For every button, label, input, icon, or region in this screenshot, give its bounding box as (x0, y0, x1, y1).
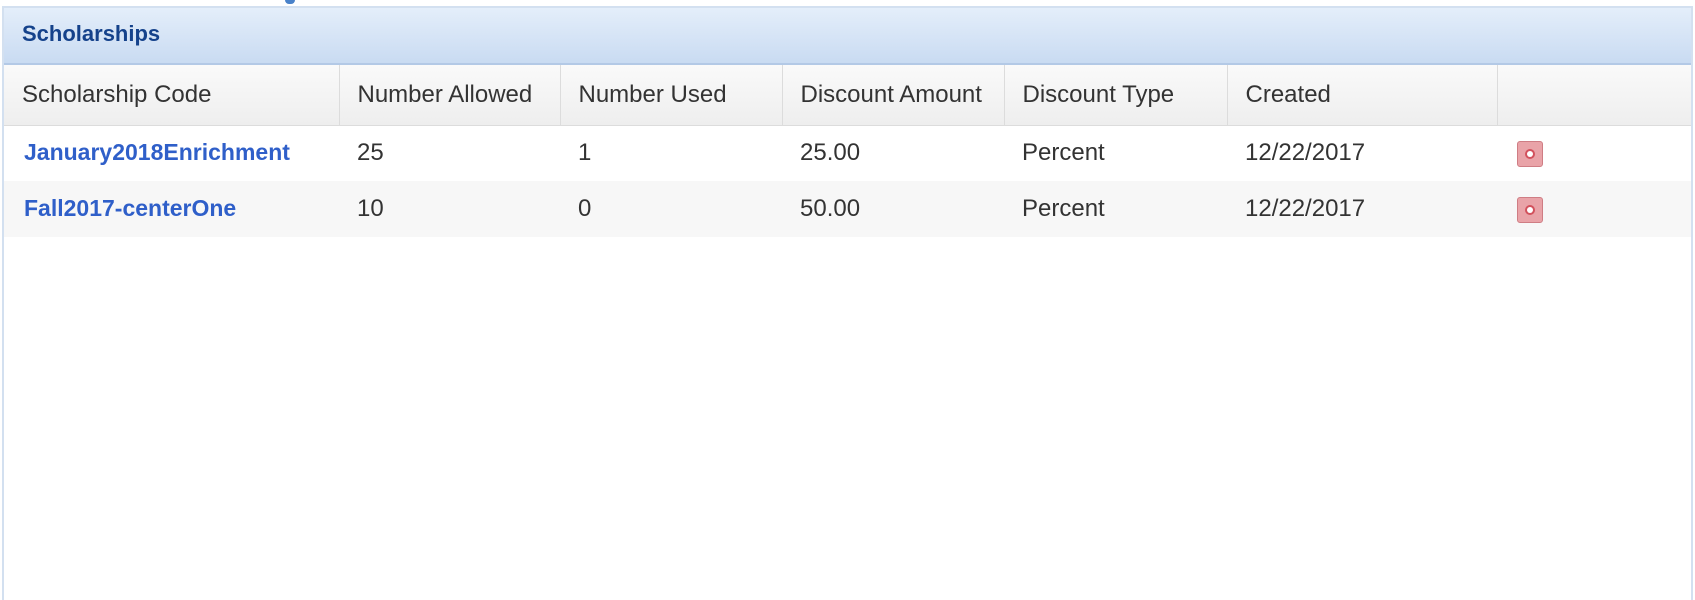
panel-header: Scholarships (4, 8, 1691, 65)
discount-type-cell: Percent (1004, 181, 1227, 237)
column-header-discount-type[interactable]: Discount Type (1004, 65, 1228, 126)
column-header-actions (1497, 65, 1691, 126)
number-allowed-cell: 25 (357, 139, 384, 167)
table-row: Fall2017-centerOne 10 0 50.00 Percent 12… (4, 181, 1691, 237)
action-cell (1497, 125, 1691, 181)
column-header-number-allowed[interactable]: Number Allowed (339, 65, 561, 126)
scholarships-page: Scholarships Scholarship Code Number All… (0, 0, 1695, 600)
column-header-created[interactable]: Created (1227, 65, 1498, 126)
column-header-scholarship-code[interactable]: Scholarship Code (4, 65, 340, 126)
number-used-cell: 0 (560, 181, 782, 237)
delete-icon[interactable] (1517, 196, 1543, 223)
scholarship-code-cell: Fall2017-centerOne (4, 181, 339, 237)
discount-type-cell: Percent (1022, 139, 1105, 167)
number-allowed-cell: 10 (339, 181, 560, 237)
table-header-row: Scholarship Code Number Allowed Number U… (4, 65, 1691, 126)
clipped-heading-fragment (230, 0, 300, 4)
panel-title: Scholarships (22, 20, 161, 46)
delete-icon[interactable] (1517, 140, 1543, 167)
scholarship-code-cell: January2018Enrichment (4, 125, 339, 181)
discount-amount-cell: 50.00 (782, 181, 1004, 237)
discount-amount-cell: 25.00 (800, 139, 861, 167)
scholarships-table: Scholarship Code Number Allowed Number U… (4, 65, 1691, 237)
table-row: January2018Enrichment 25 1 25.00 Percent… (4, 125, 1691, 181)
column-header-number-used[interactable]: Number Used (560, 65, 783, 126)
number-used-cell: 1 (578, 139, 592, 167)
scholarship-code-link[interactable]: Fall2017-centerOne (24, 195, 236, 221)
scholarship-code-link[interactable]: January2018Enrichment (24, 139, 290, 165)
column-header-discount-amount[interactable]: Discount Amount (782, 65, 1005, 126)
created-cell: 12/22/2017 (1245, 139, 1366, 167)
scholarships-panel: Scholarships Scholarship Code Number All… (2, 6, 1693, 600)
created-cell: 12/22/2017 (1227, 181, 1497, 237)
action-cell (1497, 181, 1691, 237)
